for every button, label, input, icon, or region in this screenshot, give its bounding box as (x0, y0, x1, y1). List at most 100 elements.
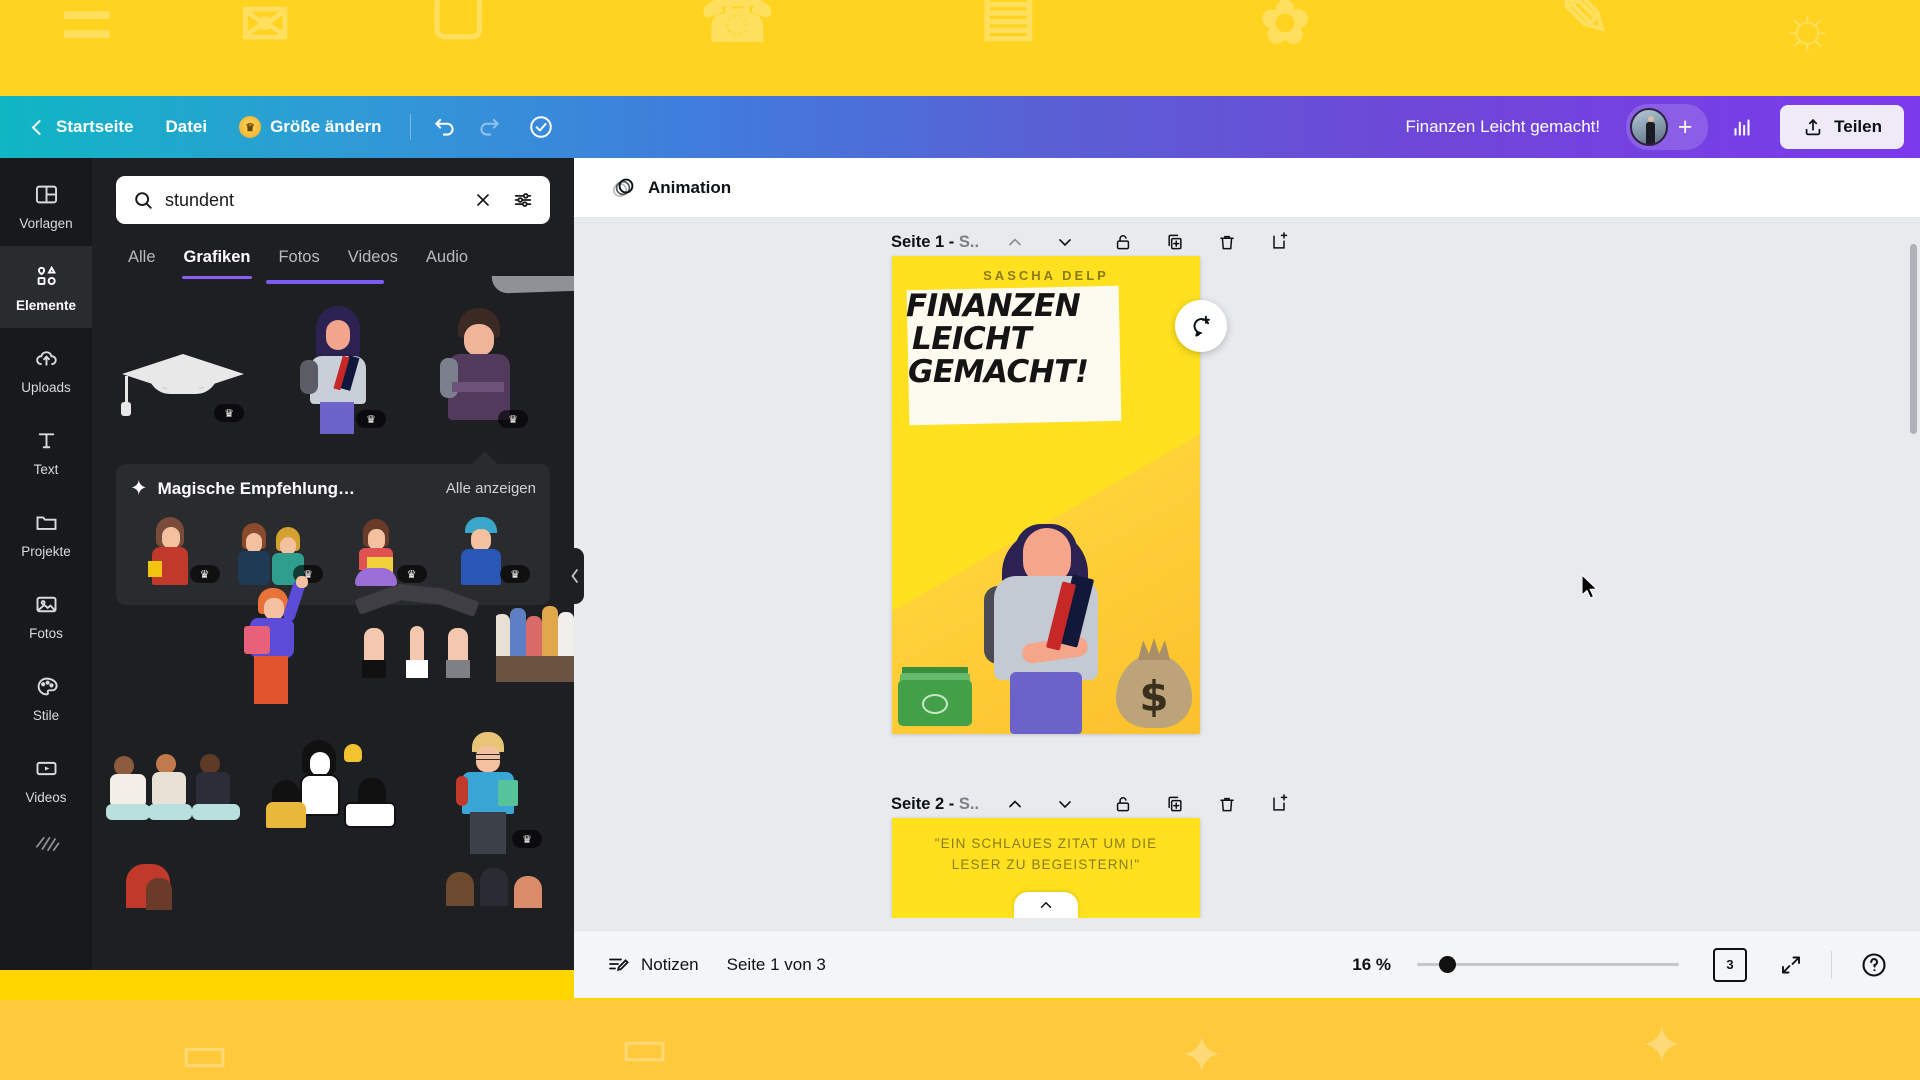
result-student-man-backpack[interactable]: ♛ (424, 304, 534, 434)
add-collaborator-button[interactable]: + (1668, 110, 1702, 144)
poster-headline: FINANZEN LEICHT GEMACHT! (906, 288, 1089, 391)
sidebar-item-vorlagen[interactable]: Vorlagen (0, 164, 92, 246)
filter-sliders-icon (514, 193, 532, 207)
page-1-move-up-button[interactable] (995, 224, 1035, 260)
zoom-slider[interactable] (1417, 955, 1679, 975)
page-2-lock-button[interactable] (1103, 786, 1143, 822)
magic-see-all-link[interactable]: Alle anzeigen (446, 480, 536, 497)
sidebar-item-stile[interactable]: Stile (0, 656, 92, 738)
premium-crown-icon: ♛ (356, 410, 386, 428)
palette-icon (31, 672, 61, 702)
search-box[interactable] (116, 176, 550, 224)
canvas-scrollbar[interactable] (1910, 244, 1917, 434)
clear-search-button[interactable] (468, 185, 498, 215)
undo-button[interactable] (423, 105, 467, 149)
fullscreen-button[interactable] (1765, 944, 1817, 986)
pages-panel-button[interactable]: 3 (1713, 944, 1751, 982)
result-partial-right3[interactable] (514, 876, 542, 908)
result-partial-right1[interactable] (446, 872, 474, 906)
result-partial-left2[interactable] (146, 878, 172, 910)
sidebar-label: Vorlagen (19, 215, 73, 231)
result-student-boy-glasses[interactable]: ♛ (440, 730, 548, 854)
tab-grafiken[interactable]: Grafiken (170, 240, 265, 279)
page-2-move-down-button[interactable] (1045, 786, 1085, 822)
help-button[interactable] (1846, 942, 1902, 988)
tab-alle[interactable]: Alle (114, 240, 170, 279)
result-students-studying-idea[interactable] (266, 740, 408, 840)
tab-audio[interactable]: Audio (412, 240, 482, 279)
page-1-header: Seite 1 - S.. (891, 224, 1299, 260)
chevron-up-icon (1009, 800, 1021, 808)
page-1-design[interactable]: SASCHA DELP FINANZEN LEICHT GEMACHT! (892, 256, 1200, 734)
tab-fotos[interactable]: Fotos (264, 240, 333, 279)
result-students-sitting-group[interactable] (106, 752, 248, 832)
collapse-canvas-button[interactable] (1014, 892, 1078, 918)
sidebar-item-videos[interactable]: Videos (0, 738, 92, 820)
video-icon (31, 754, 61, 784)
editor-top-bar: Startseite Datei ♛ Größe ändern Finanzen… (0, 96, 1920, 158)
poster-illustration (892, 438, 1200, 734)
file-menu-button[interactable]: Datei (149, 109, 223, 145)
page-indicator: Seite 1 von 3 (726, 954, 826, 974)
page-1-move-down-button[interactable] (1045, 224, 1085, 260)
resize-label: Größe ändern (270, 117, 382, 136)
home-button[interactable]: Startseite (18, 109, 149, 145)
share-button[interactable]: Teilen (1780, 105, 1904, 149)
resize-button[interactable]: ♛ Größe ändern (223, 108, 397, 146)
collaborators-group[interactable]: + (1626, 104, 1709, 150)
page-1-duplicate-button[interactable] (1155, 224, 1195, 260)
notes-button[interactable]: Notizen (592, 944, 713, 986)
help-icon (1862, 952, 1886, 977)
sidebar-item-projekte[interactable]: Projekte (0, 492, 92, 574)
page-2-label: Seite 2 - S.. (891, 794, 980, 813)
search-filter-button[interactable] (508, 185, 538, 215)
page-1-delete-button[interactable] (1207, 224, 1247, 260)
left-rail: Vorlagen Elemente Uploads Text Projekte … (0, 158, 92, 970)
avatar[interactable] (1630, 108, 1669, 146)
sidebar-item-uploads[interactable]: Uploads (0, 328, 92, 410)
sidebar-label: Stile (32, 707, 60, 723)
page-2-move-up-button[interactable] (995, 786, 1035, 822)
page-2-delete-button[interactable] (1207, 786, 1247, 822)
insights-button[interactable] (1718, 105, 1766, 149)
result-graduation-cap[interactable]: ♛ (118, 318, 250, 428)
unlock-icon (1116, 797, 1130, 812)
saved-status-button[interactable] (519, 105, 563, 149)
sidebar-label: Text (33, 461, 59, 477)
result-student-woman-books[interactable]: ♛ (282, 304, 392, 434)
unlock-icon (1116, 235, 1130, 250)
redo-button[interactable] (467, 105, 511, 149)
result-partial-right2[interactable] (480, 868, 508, 906)
result-graduation-caps-thrown[interactable] (354, 583, 482, 708)
tab-videos[interactable]: Videos (334, 240, 412, 279)
sidebar-item-elemente[interactable]: Elemente (0, 246, 92, 328)
result-student-raising-hand[interactable] (224, 576, 334, 712)
sidebar-item-fotos[interactable]: Fotos (0, 574, 92, 656)
table-row: ♛ (92, 716, 574, 856)
page-1-add-page-button[interactable] (1259, 224, 1299, 260)
sidebar-item-background[interactable] (0, 820, 92, 868)
search-result-tabs: Alle Grafiken Fotos Videos Audio (92, 224, 574, 279)
page-1-lock-button[interactable] (1103, 224, 1143, 260)
thumb-partial-cap[interactable] (491, 276, 574, 294)
redo-icon (480, 118, 499, 136)
animation-icon (612, 178, 634, 197)
canva-editor-window: ☰ ✉ ▢ ☎ ▤ ✿ ✎ ☼ ▭ ▭ ✦ ✦ Startseite Datei… (0, 0, 1920, 1080)
zoom-slider-track (1417, 963, 1679, 966)
elements-icon (31, 262, 61, 292)
collapse-panel-button[interactable] (566, 548, 584, 604)
add-comment-icon (1193, 315, 1210, 337)
notes-icon (609, 958, 629, 971)
sidebar-item-text[interactable]: Text (0, 410, 92, 492)
canvas-scroll-area[interactable]: Seite 1 - S.. SASCHA DELP FINANZEN LEICH… (574, 218, 1920, 918)
zoom-slider-knob[interactable] (1439, 956, 1456, 973)
thumb-partial-bar[interactable] (266, 280, 384, 284)
add-comment-button[interactable] (1175, 300, 1227, 352)
result-student-crowd-group[interactable]: ♛ (496, 600, 574, 700)
document-title[interactable]: Finanzen Leicht gemacht! (1393, 110, 1612, 144)
page-2-duplicate-button[interactable] (1155, 786, 1195, 822)
animation-button[interactable]: Animation (598, 167, 743, 209)
page-2-add-page-button[interactable] (1259, 786, 1299, 822)
search-input[interactable] (165, 189, 458, 211)
share-label: Teilen (1834, 117, 1882, 136)
